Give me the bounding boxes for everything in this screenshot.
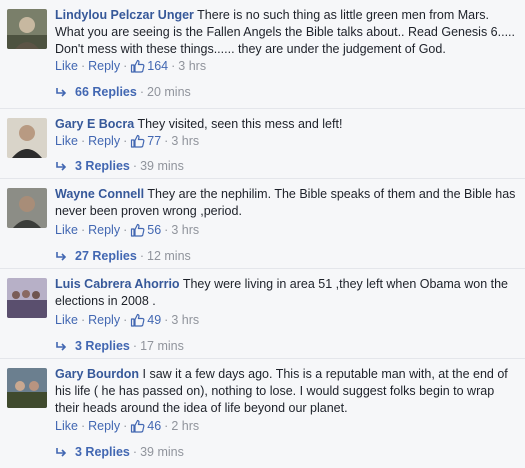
comment-actions: Like · Reply · 49 · 3 hrs xyxy=(55,312,199,328)
like-count[interactable]: 77 xyxy=(130,134,161,148)
avatar[interactable] xyxy=(7,188,47,228)
avatar[interactable] xyxy=(7,278,47,318)
separator-dot: · xyxy=(132,339,138,353)
like-count[interactable]: 56 xyxy=(130,223,161,237)
comment-body: Gary Bourdon I saw it a few days ago. Th… xyxy=(55,366,517,417)
replies-link[interactable]: 66 Replies · 20 mins xyxy=(55,84,191,100)
replies-link[interactable]: 3 Replies · 17 mins xyxy=(55,338,184,354)
comment-author[interactable]: Lindylou Pelczar Unger xyxy=(55,8,194,22)
comment-feed: Lindylou Pelczar Unger There is no such … xyxy=(0,0,525,468)
separator-dot: · xyxy=(80,134,86,148)
replies-link[interactable]: 27 Replies · 12 mins xyxy=(55,248,191,264)
replies-time: 20 mins xyxy=(147,85,191,99)
comment-time[interactable]: 2 hrs xyxy=(171,419,199,433)
like-count-value: 77 xyxy=(147,134,162,148)
separator-dot: · xyxy=(132,159,138,173)
replies-link[interactable]: 3 Replies · 39 mins xyxy=(55,158,184,174)
replies-time: 39 mins xyxy=(140,445,184,459)
replies-time: 39 mins xyxy=(140,159,184,173)
comment-body: Lindylou Pelczar Unger There is no such … xyxy=(55,7,517,58)
reply-arrow-icon xyxy=(56,448,67,457)
separator-dot: · xyxy=(123,313,128,327)
separator-dot: · xyxy=(171,59,176,73)
like-link[interactable]: Like xyxy=(55,59,78,73)
avatar[interactable] xyxy=(7,368,47,408)
comment-time[interactable]: 3 hrs xyxy=(178,59,206,73)
like-count[interactable]: 49 xyxy=(130,313,161,327)
comment-author[interactable]: Gary Bourdon xyxy=(55,367,139,381)
separator-dot: · xyxy=(123,419,128,433)
thumbs-up-icon xyxy=(131,419,145,433)
comment-author[interactable]: Gary E Bocra xyxy=(55,117,134,131)
like-count-value: 46 xyxy=(147,419,162,433)
comment: Luis Cabrera Ahorrio They were living in… xyxy=(0,269,525,357)
thumbs-up-icon xyxy=(131,134,145,148)
separator-dot: · xyxy=(80,419,86,433)
thumbs-up-icon xyxy=(131,313,145,327)
separator-dot: · xyxy=(164,134,169,148)
reply-link[interactable]: Reply xyxy=(88,59,120,73)
comment-body: Gary E Bocra They visited, seen this mes… xyxy=(55,116,517,133)
thumbs-up-icon xyxy=(131,223,145,237)
replies-link[interactable]: 3 Replies · 39 mins xyxy=(55,444,184,460)
replies-count[interactable]: 3 Replies xyxy=(75,339,130,353)
separator-dot: · xyxy=(164,419,169,433)
comment: Gary Bourdon I saw it a few days ago. Th… xyxy=(0,359,525,468)
comment-body: Luis Cabrera Ahorrio They were living in… xyxy=(55,276,517,310)
reply-link[interactable]: Reply xyxy=(88,223,120,237)
comment-time[interactable]: 3 hrs xyxy=(171,313,199,327)
reply-arrow-icon xyxy=(56,88,67,97)
comment: Lindylou Pelczar Unger There is no such … xyxy=(0,0,525,99)
separator-dot: · xyxy=(139,85,145,99)
separator-dot: · xyxy=(80,313,86,327)
like-link[interactable]: Like xyxy=(55,419,78,433)
comment-time[interactable]: 3 hrs xyxy=(171,223,199,237)
replies-count[interactable]: 3 Replies xyxy=(75,445,130,459)
like-count[interactable]: 164 xyxy=(130,59,168,73)
reply-link[interactable]: Reply xyxy=(88,419,120,433)
comment-actions: Like · Reply · 56 · 3 hrs xyxy=(55,222,199,238)
separator-dot: · xyxy=(80,223,86,237)
comment-body: Wayne Connell They are the nephilim. The… xyxy=(55,186,517,220)
separator-dot: · xyxy=(123,134,128,148)
replies-count[interactable]: 27 Replies xyxy=(75,249,137,263)
comment-actions: Like · Reply · 46 · 2 hrs xyxy=(55,418,199,434)
separator-dot: · xyxy=(123,59,128,73)
separator-dot: · xyxy=(139,249,145,263)
replies-time: 17 mins xyxy=(140,339,184,353)
thumbs-up-icon xyxy=(131,59,145,73)
avatar[interactable] xyxy=(7,118,47,158)
like-link[interactable]: Like xyxy=(55,223,78,237)
comment-time[interactable]: 3 hrs xyxy=(171,134,199,148)
comment-actions: Like · Reply · 164 · 3 hrs xyxy=(55,58,206,74)
comment-actions: Like · Reply · 77 · 3 hrs xyxy=(55,133,199,149)
separator-dot: · xyxy=(123,223,128,237)
comment: Wayne Connell They are the nephilim. The… xyxy=(0,179,525,267)
separator-dot: · xyxy=(80,59,86,73)
separator-dot: · xyxy=(164,313,169,327)
reply-link[interactable]: Reply xyxy=(88,313,120,327)
replies-count[interactable]: 66 Replies xyxy=(75,85,137,99)
like-count-value: 164 xyxy=(147,59,169,73)
like-link[interactable]: Like xyxy=(55,134,78,148)
separator-dot: · xyxy=(132,445,138,459)
reply-link[interactable]: Reply xyxy=(88,134,120,148)
replies-time: 12 mins xyxy=(147,249,191,263)
like-count-value: 56 xyxy=(147,223,162,237)
like-count-value: 49 xyxy=(147,313,162,327)
comment-author[interactable]: Luis Cabrera Ahorrio xyxy=(55,277,180,291)
like-link[interactable]: Like xyxy=(55,313,78,327)
reply-arrow-icon xyxy=(56,252,67,261)
reply-arrow-icon xyxy=(56,162,67,171)
avatar[interactable] xyxy=(7,9,47,49)
like-count[interactable]: 46 xyxy=(130,419,161,433)
comment-author[interactable]: Wayne Connell xyxy=(55,187,144,201)
separator-dot: · xyxy=(164,223,169,237)
replies-count[interactable]: 3 Replies xyxy=(75,159,130,173)
reply-arrow-icon xyxy=(56,342,67,351)
comment-text: They visited, seen this mess and left! xyxy=(137,117,343,131)
